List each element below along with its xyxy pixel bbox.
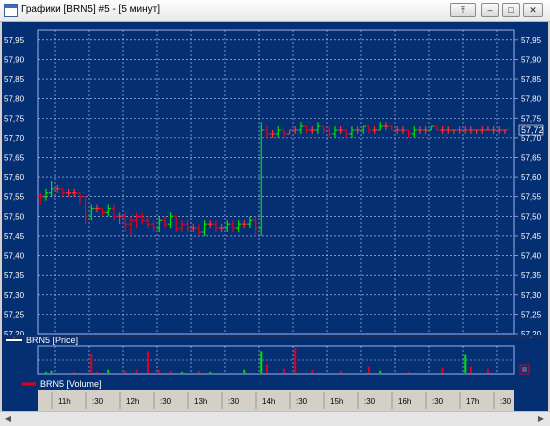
time-tick-label: 13h (194, 397, 207, 406)
y-tick-label-right: 57,75 (521, 114, 542, 123)
time-tick-label: 11h (58, 397, 71, 406)
volume-last-marker-fill (522, 367, 527, 372)
y-tick-label-right: 57,95 (521, 36, 542, 45)
minimize-button[interactable]: – (481, 3, 499, 17)
time-tick-label: 14h (262, 397, 275, 406)
y-tick-label-left: 57,85 (4, 75, 25, 84)
y-tick-label-right: 57,40 (521, 252, 542, 261)
y-tick-label-right: 57,55 (521, 193, 542, 202)
last-price-label: 57,72 (521, 125, 544, 135)
y-tick-label-right: 57,30 (521, 291, 542, 300)
volume-legend-label: BRN5 [Volume] (40, 379, 102, 389)
y-tick-label-left: 57,90 (4, 55, 25, 64)
window-title: Графики [BRN5] #5 - [5 минут] (21, 4, 161, 15)
y-tick-label-left: 57,75 (4, 114, 25, 123)
y-tick-label-left: 57,65 (4, 153, 25, 162)
time-tick-label: 16h (398, 397, 411, 406)
time-tick-label: :30 (296, 397, 308, 406)
scroll-right-arrow-icon[interactable]: ▶ (536, 414, 546, 424)
time-tick-label: :30 (500, 397, 512, 406)
y-tick-label-right: 57,35 (521, 271, 542, 280)
y-tick-label-left: 57,45 (4, 232, 25, 241)
y-tick-label-left: 57,80 (4, 95, 25, 104)
chart-window-icon (4, 4, 18, 17)
y-tick-label-left: 57,25 (4, 310, 25, 319)
time-tick-label: :30 (228, 397, 240, 406)
y-tick-label-left: 57,40 (4, 252, 25, 261)
y-tick-label-right: 57,25 (521, 310, 542, 319)
y-tick-label-right: 57,20 (521, 330, 542, 339)
horizontal-scrollbar[interactable]: ◀ ▶ (0, 411, 550, 426)
maximize-button[interactable]: □ (502, 3, 520, 17)
time-tick-label: :30 (432, 397, 444, 406)
chart-area[interactable]: 57,95 57,90 57,85 57,80 57,75 57,70 57,65 57,60… (2, 22, 548, 411)
y-tick-label-left: 57,70 (4, 134, 25, 143)
y-tick-label-left: 57,95 (4, 36, 25, 45)
y-tick-label-right: 57,90 (521, 55, 542, 64)
y-tick-label-right: 57,80 (521, 95, 542, 104)
y-tick-label-right: 57,85 (521, 75, 542, 84)
chart-window: Графики [BRN5] #5 - [5 минут] ⤒ – □ ✕ 57… (0, 0, 550, 426)
y-tick-label-left: 57,30 (4, 291, 25, 300)
y-tick-label-left: 57,60 (4, 173, 25, 182)
y-tick-label-right: 57,45 (521, 232, 542, 241)
scroll-left-arrow-icon[interactable]: ◀ (3, 414, 13, 424)
pin-button[interactable]: ⤒ (450, 3, 476, 17)
y-tick-label-right: 57,60 (521, 173, 542, 182)
y-tick-label-left: 57,35 (4, 271, 25, 280)
time-tick-label: :30 (364, 397, 376, 406)
close-button[interactable]: ✕ (523, 3, 543, 17)
panel-separator[interactable] (2, 335, 548, 337)
y-tick-label-left: 57,20 (4, 330, 25, 339)
y-tick-label-left: 57,50 (4, 212, 25, 221)
y-tick-label-right: 57,50 (521, 212, 542, 221)
time-tick-label: :30 (160, 397, 172, 406)
time-tick-label: 15h (330, 397, 343, 406)
title-bar[interactable]: Графики [BRN5] #5 - [5 минут] ⤒ – □ ✕ (0, 0, 550, 22)
time-tick-label: :30 (92, 397, 104, 406)
time-tick-label: 17h (466, 397, 479, 406)
time-tick-label: 12h (126, 397, 139, 406)
y-tick-label-right: 57,65 (521, 153, 542, 162)
y-tick-label-left: 57,55 (4, 193, 25, 202)
